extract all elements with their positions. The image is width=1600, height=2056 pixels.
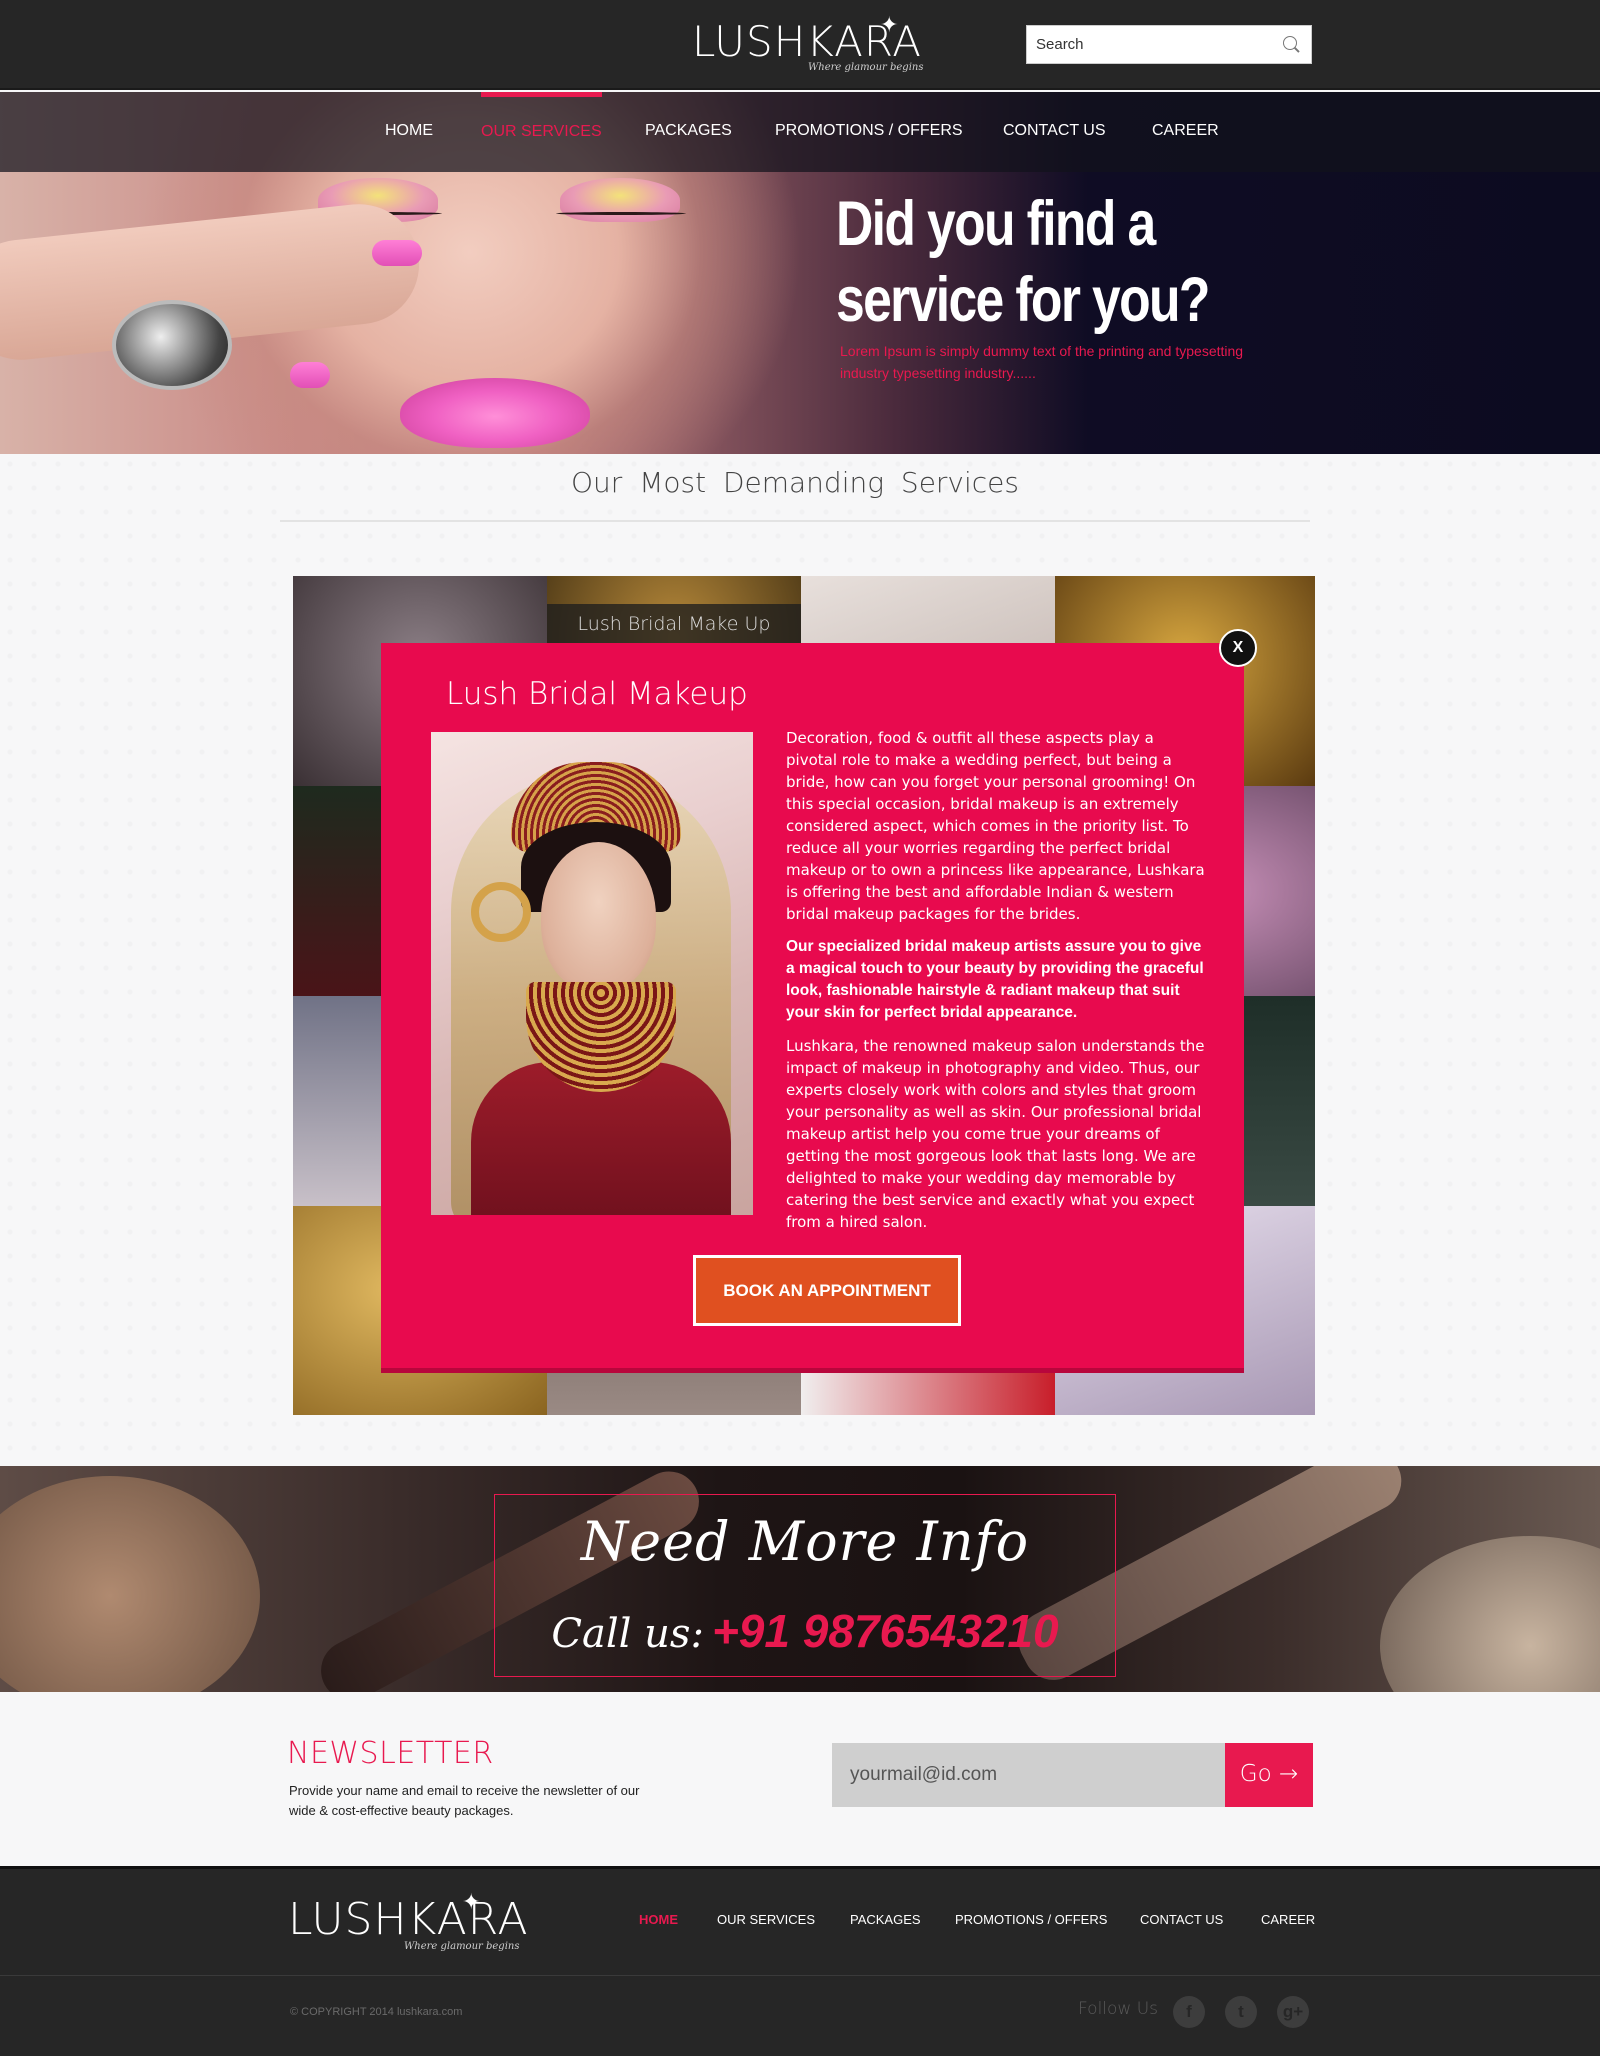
search-icon[interactable] bbox=[1283, 36, 1297, 50]
hero-subtitle: Lorem Ipsum is simply dummy text of the … bbox=[840, 343, 1244, 381]
modal-paragraph: Decoration, food & outfit all these aspe… bbox=[786, 729, 1205, 923]
phone-number[interactable]: +91 9876543210 bbox=[712, 1605, 1059, 1657]
nav-item-packages[interactable]: PACKAGES bbox=[645, 92, 732, 172]
footer-nav-our-services[interactable]: OUR SERVICES bbox=[717, 1912, 815, 1927]
footer bbox=[0, 1866, 1600, 2056]
footer-brand-tagline: Where glamour begins bbox=[404, 1941, 520, 1952]
brand-logo[interactable]: LUSHKARA ✦ Where glamour begins bbox=[692, 12, 923, 73]
hero-nail bbox=[290, 362, 330, 388]
search-box bbox=[1026, 25, 1312, 64]
divider bbox=[280, 520, 1310, 522]
book-appointment-button[interactable]: BOOK AN APPOINTMENT bbox=[693, 1255, 961, 1326]
footer-divider bbox=[0, 1975, 1600, 1976]
powder-image bbox=[1380, 1536, 1600, 1692]
footer-nav-career[interactable]: CAREER bbox=[1261, 1912, 1315, 1927]
modal-title: Lush Bridal Makeup bbox=[446, 676, 748, 712]
close-icon[interactable]: X bbox=[1219, 629, 1257, 667]
footer-nav-home[interactable]: HOME bbox=[639, 1912, 678, 1927]
modal-paragraph: Our specialized bridal makeup artists as… bbox=[786, 938, 1204, 1021]
google-plus-icon[interactable]: g+ bbox=[1277, 1996, 1309, 2028]
powder-image bbox=[0, 1476, 260, 1692]
footer-logo[interactable]: LUSHKARA ✦ Where glamour begins bbox=[288, 1889, 529, 1952]
hero-lash-right bbox=[556, 212, 686, 215]
footer-brand-name: LUSHKARA bbox=[288, 1894, 529, 1945]
nav-item-promotions[interactable]: PROMOTIONS / OFFERS bbox=[775, 92, 963, 172]
footer-nav-contact-us[interactable]: CONTACT US bbox=[1140, 1912, 1223, 1927]
hero-eye-right bbox=[560, 178, 680, 222]
newsletter-go-button[interactable]: Go → bbox=[1225, 1743, 1313, 1807]
newsletter-section bbox=[0, 1692, 1600, 1866]
hero-nail bbox=[372, 240, 422, 266]
newsletter-email-input[interactable] bbox=[832, 1743, 1225, 1807]
twitter-icon[interactable]: t bbox=[1225, 1996, 1257, 2028]
logo-sparkle-icon: ✦ bbox=[462, 1889, 481, 1914]
tile-caption: Lush Bridal Make Up bbox=[547, 604, 801, 644]
modal-description: Decoration, food & outfit all these aspe… bbox=[786, 727, 1206, 1244]
hero-title: Did you find a service for you? bbox=[836, 189, 1210, 335]
hero-lips-image bbox=[400, 378, 590, 448]
newsletter-description: Provide your name and email to receive t… bbox=[289, 1783, 640, 1818]
nav-item-career[interactable]: CAREER bbox=[1152, 92, 1219, 172]
info-call: Call us: +91 9876543210 bbox=[494, 1604, 1116, 1658]
newsletter-title: NEWSLETTER bbox=[287, 1736, 494, 1771]
nav-item-contact-us[interactable]: CONTACT US bbox=[1003, 92, 1106, 172]
nav-item-our-services[interactable]: OUR SERVICES bbox=[481, 92, 602, 172]
brand-tagline: Where glamour begins bbox=[808, 62, 924, 73]
follow-us-label: Follow Us bbox=[1078, 1999, 1159, 2019]
nav-item-home[interactable]: HOME bbox=[385, 92, 433, 172]
main-nav-bar: HOME OUR SERVICES PACKAGES PROMOTIONS / … bbox=[0, 92, 1600, 172]
call-label: Call us: bbox=[551, 1611, 704, 1657]
copyright: © COPYRIGHT 2014 lushkara.com bbox=[290, 2006, 463, 2018]
facebook-icon[interactable]: f bbox=[1173, 1996, 1205, 2028]
top-bar: LUSHKARA ✦ Where glamour begins bbox=[0, 0, 1600, 90]
services-section-title: Our Most Demanding Services bbox=[571, 466, 1019, 499]
photo-bangle bbox=[471, 882, 531, 942]
search-input[interactable] bbox=[1027, 26, 1267, 63]
footer-nav-promotions[interactable]: PROMOTIONS / OFFERS bbox=[955, 1912, 1107, 1927]
photo-face bbox=[541, 842, 656, 992]
bridal-photo bbox=[431, 732, 753, 1215]
footer-nav-packages[interactable]: PACKAGES bbox=[850, 1912, 921, 1927]
modal-paragraph: Lushkara, the renowned makeup salon unde… bbox=[786, 1037, 1205, 1231]
logo-sparkle-icon: ✦ bbox=[880, 12, 899, 37]
hero-ring-image bbox=[112, 300, 232, 390]
info-title: Need More Info bbox=[580, 1510, 1030, 1573]
